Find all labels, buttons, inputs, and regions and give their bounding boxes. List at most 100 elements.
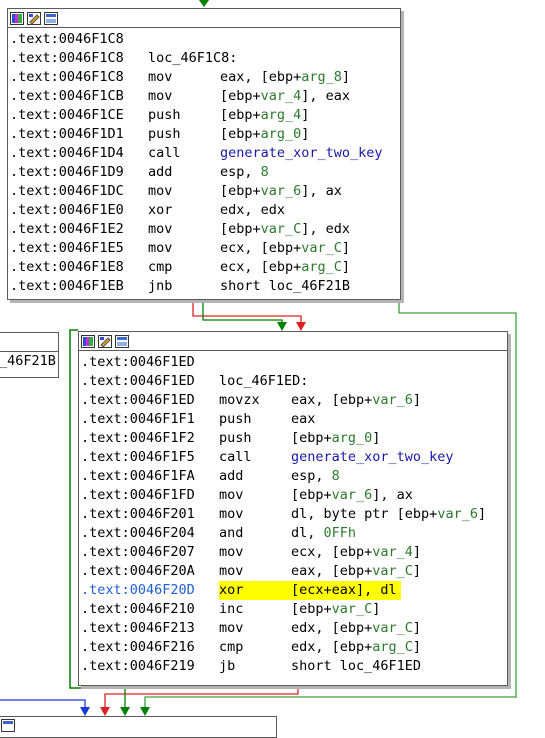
line-address: .text:0046F1FA xyxy=(81,468,195,484)
zoom-graph-icon[interactable] xyxy=(115,334,129,348)
operands: ecx, [ebp+var_C] xyxy=(220,240,351,256)
asm-line[interactable]: .text:0046F1E2 mov [ebp+var_C], edx xyxy=(10,220,400,239)
asm-line[interactable]: .text:0046F1CE push [ebp+arg_4] xyxy=(10,106,400,125)
code-block-next-partial[interactable] xyxy=(0,716,277,738)
operands: [ebp+var_6], ax xyxy=(291,487,413,503)
mnemonic: xor xyxy=(148,202,173,218)
asm-line[interactable]: .text:0046F1ED xyxy=(81,353,507,372)
graph-colors-icon[interactable] xyxy=(81,334,95,348)
asm-line[interactable]: .text:0046F1F5 call generate_xor_two_key xyxy=(81,448,507,467)
operands: [ebp+var_6], ax xyxy=(220,183,342,199)
asm-line[interactable]: .text:0046F1CB mov [ebp+var_4], eax xyxy=(10,87,400,106)
code-block-loc_46F21B-stub[interactable]: _46F21B xyxy=(0,332,59,378)
asm-line[interactable]: .text:0046F1D9 add esp, 8 xyxy=(10,163,400,182)
operands: ecx, [ebp+var_4] xyxy=(291,544,422,560)
asm-line[interactable]: .text:0046F219 jb short loc_46F1ED xyxy=(81,657,507,676)
mnemonic: add xyxy=(148,164,173,180)
operands: generate_xor_two_key xyxy=(220,145,383,161)
operands: edx, [ebp+arg_C] xyxy=(291,639,422,655)
asm-line[interactable]: .text:0046F1FD mov [ebp+var_6], ax xyxy=(81,486,507,505)
mnemonic: cmp xyxy=(219,639,244,655)
mnemonic: call xyxy=(219,449,252,465)
asm-line[interactable]: .text:0046F204 and dl, 0FFh xyxy=(81,524,507,543)
asm-line[interactable]: .text:0046F1C8 xyxy=(10,30,400,49)
mnemonic: movzx xyxy=(219,392,260,408)
asm-line[interactable]: .text:0046F1ED loc_46F1ED: xyxy=(81,372,507,391)
edge-block1-to-block2-green xyxy=(202,299,283,324)
line-address: .text:0046F1C8 xyxy=(10,31,124,47)
line-address: .text:0046F1D4 xyxy=(10,145,124,161)
mnemonic: mov xyxy=(148,221,173,237)
mnemonic: mov xyxy=(148,240,173,256)
asm-line[interactable]: .text:0046F1E0 xor edx, edx xyxy=(10,201,400,220)
edit-node-icon[interactable] xyxy=(98,334,112,348)
mnemonic: mov xyxy=(219,563,244,579)
asm-line[interactable]: .text:0046F1ED movzx eax, [ebp+var_6] xyxy=(81,391,507,410)
asm-line[interactable]: .text:0046F216 cmp edx, [ebp+arg_C] xyxy=(81,638,507,657)
asm-line[interactable]: .text:0046F1D1 push [ebp+arg_0] xyxy=(10,125,400,144)
asm-line[interactable]: .text:0046F20D xor [ecx+eax], dl xyxy=(81,581,507,600)
mnemonic: inc xyxy=(219,601,244,617)
asm-line[interactable]: .text:0046F207 mov ecx, [ebp+var_4] xyxy=(81,543,507,562)
line-address: .text:0046F1ED xyxy=(81,354,195,370)
mnemonic: mov xyxy=(148,183,173,199)
operands: short loc_46F1ED xyxy=(291,658,422,674)
arrowhead-into-block1 xyxy=(199,0,209,7)
operands: [ebp+arg_0] xyxy=(220,126,310,142)
operands: eax, [ebp+var_6] xyxy=(291,392,422,408)
zoom-graph-icon[interactable] xyxy=(44,11,58,25)
mnemonic: mov xyxy=(219,506,244,522)
mnemonic: push xyxy=(219,411,252,427)
graph-colors-icon[interactable] xyxy=(10,11,24,25)
line-address: .text:0046F1E2 xyxy=(10,221,124,237)
asm-line[interactable]: .text:0046F1EB jnb short loc_46F21B xyxy=(10,277,400,296)
operands: eax xyxy=(291,411,316,427)
mnemonic: cmp xyxy=(148,259,173,275)
code-label[interactable]: loc_46F1ED: xyxy=(219,372,308,391)
line-address: .text:0046F1D9 xyxy=(10,164,124,180)
line-address: .text:0046F1C8 xyxy=(10,69,124,85)
asm-line[interactable]: .text:0046F1F1 push eax xyxy=(81,410,507,429)
asm-line[interactable]: .text:0046F1C8 loc_46F1C8: xyxy=(10,49,400,68)
code-block-loc_46F1ED[interactable]: .text:0046F1ED .text:0046F1ED loc_46F1ED:.… xyxy=(78,331,508,686)
line-address: .text:0046F1EB xyxy=(10,278,124,294)
arrowhead-exit-green xyxy=(120,707,130,716)
asm-line[interactable]: .text:0046F1C8 mov eax, [ebp+arg_8] xyxy=(10,68,400,87)
operands: esp, 8 xyxy=(220,164,269,180)
line-address: .text:0046F207 xyxy=(81,544,195,560)
mnemonic: mov xyxy=(219,544,244,560)
mnemonic: mov xyxy=(219,487,244,503)
code-label[interactable]: loc_46F1C8: xyxy=(148,49,237,68)
line-address: .text:0046F1F2 xyxy=(81,430,195,446)
asm-line[interactable]: .text:0046F201 mov dl, byte ptr [ebp+var_6… xyxy=(81,505,507,524)
operands: edx, edx xyxy=(220,202,286,218)
edge-blue-left xyxy=(0,699,86,709)
stub-label: _46F21B xyxy=(0,353,56,369)
asm-line[interactable]: .text:0046F1FA add esp, 8 xyxy=(81,467,507,486)
asm-line[interactable]: .text:0046F20A mov eax, [ebp+var_C] xyxy=(81,562,507,581)
asm-line[interactable]: .text:0046F210 inc [ebp+var_C] xyxy=(81,600,507,619)
mnemonic: mov xyxy=(148,69,173,85)
edit-node-icon[interactable] xyxy=(27,11,41,25)
mnemonic: add xyxy=(219,468,244,484)
asm-line[interactable]: .text:0046F213 mov edx, [ebp+var_C] xyxy=(81,619,507,638)
line-address: .text:0046F1D1 xyxy=(10,126,124,142)
arrowhead-block2-green xyxy=(277,322,287,331)
operands: [ebp+var_C], edx xyxy=(220,221,351,237)
asm-line[interactable]: .text:0046F1F2 push [ebp+arg_0] xyxy=(81,429,507,448)
asm-line[interactable]: .text:0046F1E8 cmp ecx, [ebp+arg_C] xyxy=(10,258,400,277)
mnemonic: push xyxy=(148,107,181,123)
line-address: .text:0046F1ED xyxy=(81,392,195,408)
operands: [ebp+var_4], eax xyxy=(220,88,351,104)
operands: esp, 8 xyxy=(291,468,340,484)
arrowhead-exit-red xyxy=(100,707,110,716)
mnemonic: and xyxy=(219,525,244,541)
line-address: .text:0046F219 xyxy=(81,658,195,674)
asm-line[interactable]: .text:0046F1E5 mov ecx, [ebp+var_C] xyxy=(10,239,400,258)
operands: dl, byte ptr [ebp+var_6] xyxy=(291,506,487,522)
asm-line[interactable]: .text:0046F1D4 call generate_xor_two_key xyxy=(10,144,400,163)
asm-line[interactable]: .text:0046F1DC mov [ebp+var_6], ax xyxy=(10,182,400,201)
mnemonic: push xyxy=(148,126,181,142)
code-block-loc_46F1C8[interactable]: .text:0046F1C8 .text:0046F1C8 loc_46F1C8:.… xyxy=(7,8,401,300)
line-address: .text:0046F1ED xyxy=(81,373,195,389)
